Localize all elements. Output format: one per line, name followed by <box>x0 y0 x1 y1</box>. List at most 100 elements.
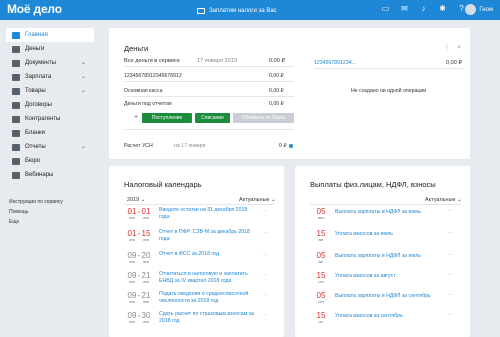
more-icon[interactable]: ⋯ <box>448 312 453 318</box>
more-icon[interactable]: ⋯ <box>262 312 267 318</box>
tax-event-link[interactable]: Введите остатки на 31 декабря 2018 года <box>159 207 259 221</box>
total-value: 0,00 ₽ <box>269 58 286 64</box>
date-month: сен <box>318 300 324 304</box>
writeoff-button[interactable]: Списание <box>195 113 230 123</box>
more-icon[interactable]: ⋯ <box>448 252 453 258</box>
date-day: 30 <box>141 311 151 320</box>
payouts-filter-value: Актуальные <box>425 197 456 203</box>
chevron-down-icon: ⌄ <box>80 60 86 66</box>
sidebar-item-label: Бюро <box>25 158 41 164</box>
sidebar-item-1[interactable]: Деньги <box>6 42 94 56</box>
more-icon[interactable]: ⋯ <box>262 208 267 214</box>
payouts-widget: Выплаты физ.лицам, НДФЛ, взносы Актуальн… <box>295 166 470 337</box>
income-button[interactable]: Поступление <box>142 113 192 123</box>
tax-calendar-widget: Налоговый календарь 2019 ⌄ Актуальные ⌄ … <box>109 166 284 337</box>
date-month: янв <box>129 320 135 324</box>
sidebar-item-9[interactable]: Бюро <box>6 154 94 168</box>
documents-icon <box>12 59 20 67</box>
avatar <box>465 4 477 15</box>
sidebar-link-2[interactable]: Еще <box>6 217 94 227</box>
tax-event-link[interactable]: Подать сведения о среднесписочной числен… <box>159 291 259 305</box>
bell-icon[interactable]: ♪ <box>419 5 428 13</box>
info-icon[interactable] <box>289 144 293 148</box>
reports-icon <box>12 143 20 151</box>
bureau-icon <box>12 157 20 165</box>
more-icon[interactable]: ⋯ <box>448 230 453 236</box>
tax-filter-value: Актуальные <box>239 197 270 203</box>
payout-event-link[interactable]: Уплата взносов за сентябрь <box>335 313 445 320</box>
payout-event-link[interactable]: Выплата зарплаты и НДФЛ за июль <box>335 253 445 260</box>
sidebar-item-8[interactable]: Отчеты ⌄ <box>6 140 94 154</box>
usn-value: 0 ₽ <box>279 143 287 149</box>
more-icon[interactable]: ⋯ <box>448 208 453 214</box>
year-value: 2019 <box>127 197 140 203</box>
date-badge: 21 янв <box>140 271 152 285</box>
date-badge: 15 сен <box>315 271 327 285</box>
payout-event-link[interactable]: Уплата взносов за август <box>335 273 445 280</box>
tax-event-link[interactable]: Сдать расчет по страховым взносам за 201… <box>159 311 259 325</box>
more-icon[interactable]: ⋯ <box>262 292 267 298</box>
more-icon[interactable]: ⋯ <box>262 252 267 258</box>
date-badge: 21 янв <box>140 292 152 305</box>
tax-event-link[interactable]: Отчет в ФСС за 2018 год <box>159 251 259 258</box>
sidebar-item-label: Контрагенты <box>25 116 61 122</box>
sidebar-item-7[interactable]: Бланки <box>6 126 94 140</box>
accountable-label: Деньги под отчетом <box>124 101 172 107</box>
mail-icon[interactable]: ✉ <box>400 5 409 13</box>
date-day: 21 <box>141 271 151 280</box>
payout-event-link[interactable]: Выплата зарплаты и НДФЛ за июнь <box>335 209 445 216</box>
sidebar-item-label: Вебинары <box>25 172 54 178</box>
date-month: июл <box>317 216 325 220</box>
sidebar-item-3[interactable]: Зарплата ⌄ <box>6 70 94 84</box>
date-badge: 20 янв <box>140 252 152 265</box>
chevron-down-icon: ⌄ <box>457 197 462 203</box>
date-day: 01 <box>141 207 151 216</box>
sidebar-item-4[interactable]: Товары ⌄ <box>6 84 94 98</box>
sidebar-item-label: Товары <box>25 88 46 94</box>
money-icon <box>12 45 20 53</box>
tax-filter-select[interactable]: Актуальные ⌄ <box>239 197 276 203</box>
date-badge: 15 окт <box>315 312 327 325</box>
payout-event-link[interactable]: Уплата взносов за июль <box>335 231 445 238</box>
sidebar-item-5[interactable]: Договоры <box>6 98 94 112</box>
more-icon[interactable]: ⋯ <box>448 292 453 298</box>
sidebar-link-0[interactable]: Инструкции по сервису <box>6 197 94 207</box>
sidebar-item-label: Документы <box>25 60 56 66</box>
promo-link[interactable]: Заплатим налоги за Вас <box>197 6 277 15</box>
date-badge: 30 янв <box>140 311 152 325</box>
main-cash-value: 0,00 ₽ <box>269 88 284 94</box>
widget-controls[interactable]: ⋮ × <box>444 44 464 51</box>
user-menu[interactable]: Гном <box>465 4 493 15</box>
more-icon[interactable]: ⋯ <box>262 230 267 236</box>
date-day: 05 <box>316 291 326 300</box>
logo[interactable]: Моё дело <box>7 2 62 16</box>
salary-icon <box>12 73 20 81</box>
year-select[interactable]: 2019 ⌄ <box>127 197 145 203</box>
sidebar-item-2[interactable]: Документы ⌄ <box>6 56 94 70</box>
total-date: 17 января 2019 <box>197 58 237 64</box>
account-number[interactable]: 12345678912345678912 <box>124 73 182 79</box>
date-day: 15 <box>316 271 326 280</box>
more-icon[interactable]: ⋯ <box>262 272 267 278</box>
date-badge: 01 янв <box>140 207 152 221</box>
chat-icon[interactable]: ▭ <box>381 5 390 13</box>
payouts-filter-select[interactable]: Актуальные ⌄ <box>425 197 462 203</box>
add-icon[interactable]: + <box>134 114 138 121</box>
goods-icon <box>12 87 20 95</box>
sidebar-link-1[interactable]: Помощь <box>6 207 94 217</box>
more-icon[interactable]: ⋯ <box>448 272 453 278</box>
money-widget: Деньги ⋮ × Все деньги в сервисе 17 январ… <box>109 28 470 159</box>
account-right-number[interactable]: 12345678912З4... <box>314 60 356 66</box>
sidebar-item-0[interactable]: Главная <box>6 28 94 42</box>
update-bank-button[interactable]: Обновить из банка <box>233 113 294 123</box>
tax-event-link[interactable]: Отчитаться в налоговую и заплатить ЕНВД … <box>159 271 259 285</box>
date-month: янв <box>143 280 149 284</box>
payout-event-link[interactable]: Выплата зарплаты и НДФЛ за сентябрь <box>335 293 445 300</box>
date-month: янв <box>143 216 149 220</box>
sidebar-item-10[interactable]: Вебинары <box>6 168 94 182</box>
money-title: Деньги <box>124 44 149 53</box>
gear-icon[interactable]: ✱ <box>438 5 447 13</box>
tax-event-link[interactable]: Отчет в ПФР: СЗВ-М за декабрь 2018 года <box>159 229 259 243</box>
sidebar-item-6[interactable]: Контрагенты <box>6 112 94 126</box>
date-month: янв <box>129 300 135 304</box>
